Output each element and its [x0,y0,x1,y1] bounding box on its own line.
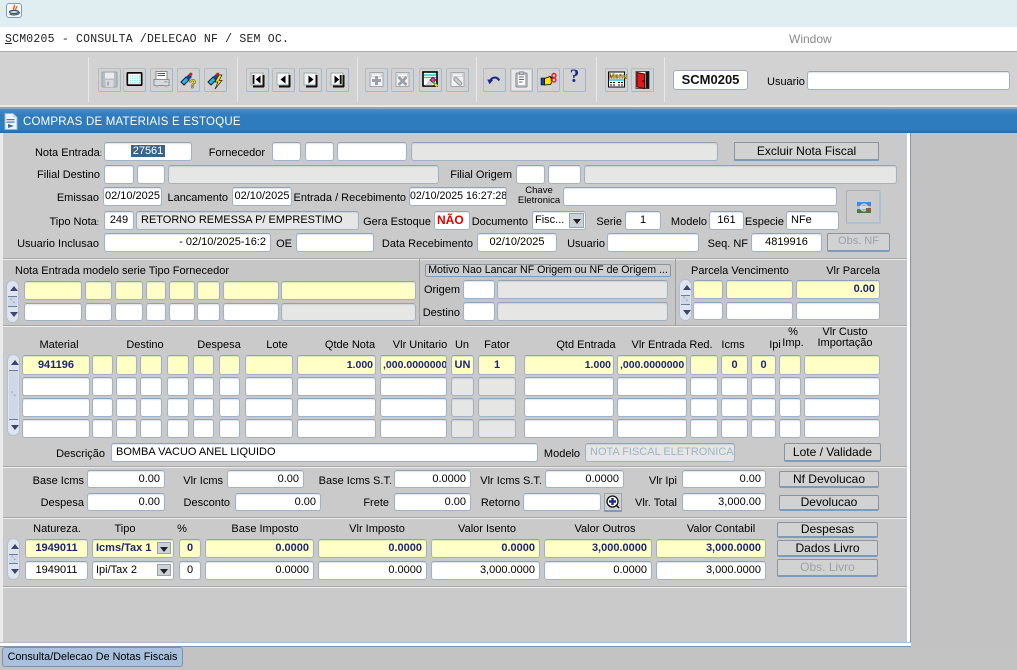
svg-text:?: ? [189,77,196,91]
svg-text:Menu: Menu [609,72,627,81]
